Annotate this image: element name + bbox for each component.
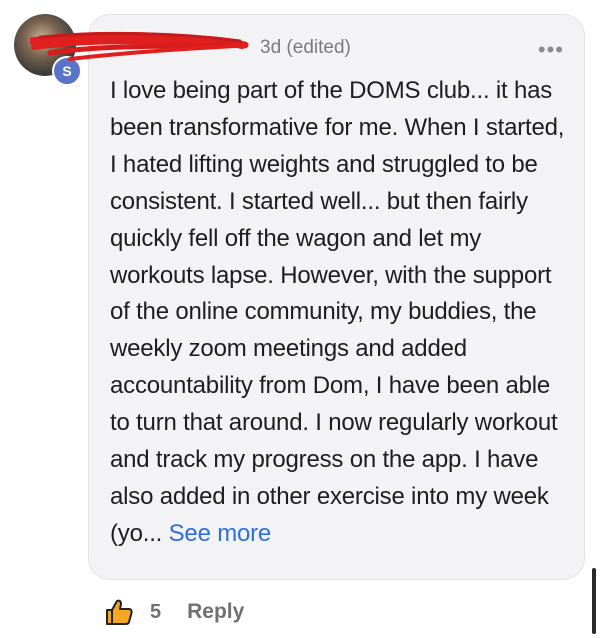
see-more-link[interactable]: See more (169, 520, 272, 547)
edited-label: (edited) (286, 37, 351, 58)
comment-timestamp: 3d (260, 37, 282, 58)
reply-button[interactable]: Reply (187, 600, 244, 624)
comment-text-container: I love being part of the DOMS club... it… (110, 73, 572, 553)
comment-screen: S 3d (edited) ••• I love being part of t… (0, 0, 600, 638)
avatar-badge-letter: S (62, 63, 72, 79)
comment-text: I love being part of the DOMS club... it… (110, 77, 565, 547)
comment-actions: 5 Reply (104, 594, 244, 630)
comment-header: 3d (edited) (30, 31, 351, 61)
thumbs-up-icon[interactable] (104, 597, 134, 627)
avatar-badge: S (52, 56, 82, 86)
like-count: 5 (150, 600, 162, 623)
more-options-icon[interactable]: ••• (538, 39, 564, 61)
comment-bubble: 3d (edited) ••• I love being part of the… (30, 14, 585, 580)
scrollbar[interactable] (592, 568, 596, 634)
